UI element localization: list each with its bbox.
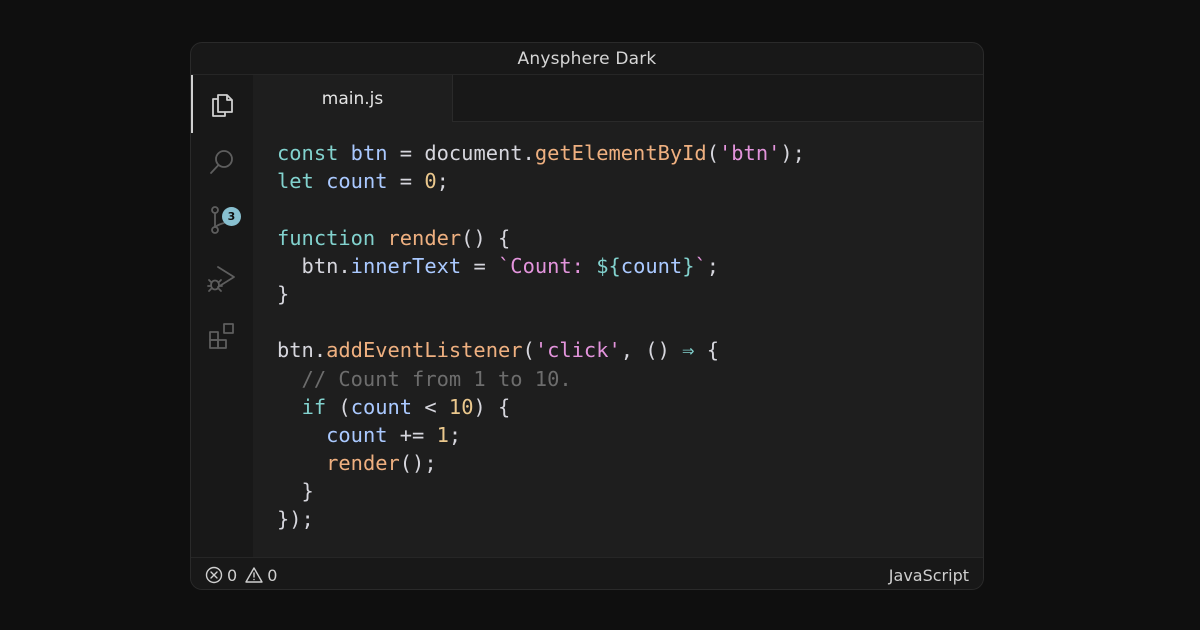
code-token: addEventListener [326, 338, 523, 363]
code-line: if (count < 10) { [277, 393, 805, 421]
error-icon [205, 566, 223, 584]
warning-count: 0 [267, 565, 278, 585]
code-token: btn. [277, 253, 351, 278]
code-line: btn.innerText = `Count: ${count}`; [277, 252, 805, 280]
code-line: btn.addEventListener('click', () ⇒ { [277, 336, 805, 364]
activity-source-control[interactable]: 3 [191, 191, 253, 249]
code-line: } [277, 477, 805, 505]
code-token: ${ [596, 253, 621, 278]
code-token: += [387, 422, 437, 447]
code-line: let count = 0; [277, 167, 805, 195]
activity-explorer[interactable] [191, 75, 253, 133]
warning-icon [245, 567, 263, 583]
code-line: // Count from 1 to 10. [277, 365, 805, 393]
code-token: = document. [387, 141, 535, 165]
code-token: } [277, 281, 290, 306]
code-token: if [301, 394, 327, 419]
code-token: render [326, 451, 400, 476]
code-token: , () [620, 338, 683, 363]
code-token: } [682, 253, 695, 278]
code-token: 'click' [534, 338, 621, 363]
activity-extensions[interactable] [191, 307, 253, 365]
code-token: const [277, 141, 339, 165]
extensions-icon [209, 323, 234, 349]
code-token: () { [461, 225, 511, 250]
code-token: = [461, 253, 499, 278]
window-title: Anysphere Dark [191, 43, 983, 75]
code-content[interactable]: const btn = document.getElementById('btn… [277, 139, 805, 534]
editor-area: main.js const btn = document.getElementB… [253, 75, 983, 557]
code-token: ` [694, 253, 707, 278]
code-token: `Count: [498, 253, 597, 278]
code-token: 10 [448, 394, 474, 419]
code-line: render(); [277, 449, 805, 477]
code-token: 0 [424, 169, 437, 194]
error-count: 0 [227, 565, 238, 585]
code-token: btn [350, 141, 388, 165]
tab-main-js[interactable]: main.js [253, 75, 453, 122]
code-token: function [277, 225, 376, 250]
source-control-badge: 3 [222, 207, 241, 226]
code-line: function render() { [277, 224, 805, 252]
code-token: count [326, 422, 388, 447]
problems-indicator[interactable]: 0 0 [205, 558, 278, 589]
code-token: let [277, 169, 314, 194]
status-bar: 0 0 JavaScript [191, 557, 983, 589]
activity-bar: 3 [191, 75, 253, 557]
run-debug-icon [207, 266, 235, 292]
code-token: ) { [473, 394, 511, 419]
code-line: }); [277, 505, 805, 533]
tab-bar: main.js [253, 75, 983, 122]
code-token: 1 [436, 422, 449, 447]
code-line: count += 1; [277, 421, 805, 449]
code-token: 'btn' [719, 141, 781, 165]
code-token: ( [522, 338, 535, 363]
code-token: innerText [350, 253, 462, 278]
code-token: = [387, 169, 425, 194]
activity-search[interactable] [191, 133, 253, 191]
code-token: ; [706, 253, 720, 278]
language-mode[interactable]: JavaScript [889, 558, 969, 589]
editor-window: Anysphere Dark 3 main.js const btn = doc… [190, 42, 984, 590]
code-token: ( [326, 394, 351, 419]
code-token: < [412, 394, 449, 419]
code-token: (); [399, 451, 437, 476]
code-token: count [620, 253, 683, 278]
code-token: ( [706, 141, 719, 165]
code-token: ); [780, 141, 805, 165]
code-token: count [326, 169, 388, 194]
code-token: btn. [277, 338, 327, 363]
code-token: count [350, 394, 413, 419]
code-token: getElementById [534, 141, 707, 165]
code-token: ; [436, 169, 449, 194]
code-token: ; [448, 422, 462, 447]
files-icon [212, 94, 233, 117]
code-line: } [277, 280, 805, 308]
search-icon [210, 150, 233, 174]
code-token: } [277, 479, 314, 504]
code-token: // Count from 1 to 10. [277, 366, 572, 391]
code-line: const btn = document.getElementById('btn… [277, 139, 805, 167]
code-token: }); [277, 507, 314, 532]
code-token: { [694, 338, 719, 363]
code-token: render [387, 225, 462, 250]
code-token: ⇒ [682, 338, 695, 363]
activity-run-debug[interactable] [191, 249, 253, 307]
